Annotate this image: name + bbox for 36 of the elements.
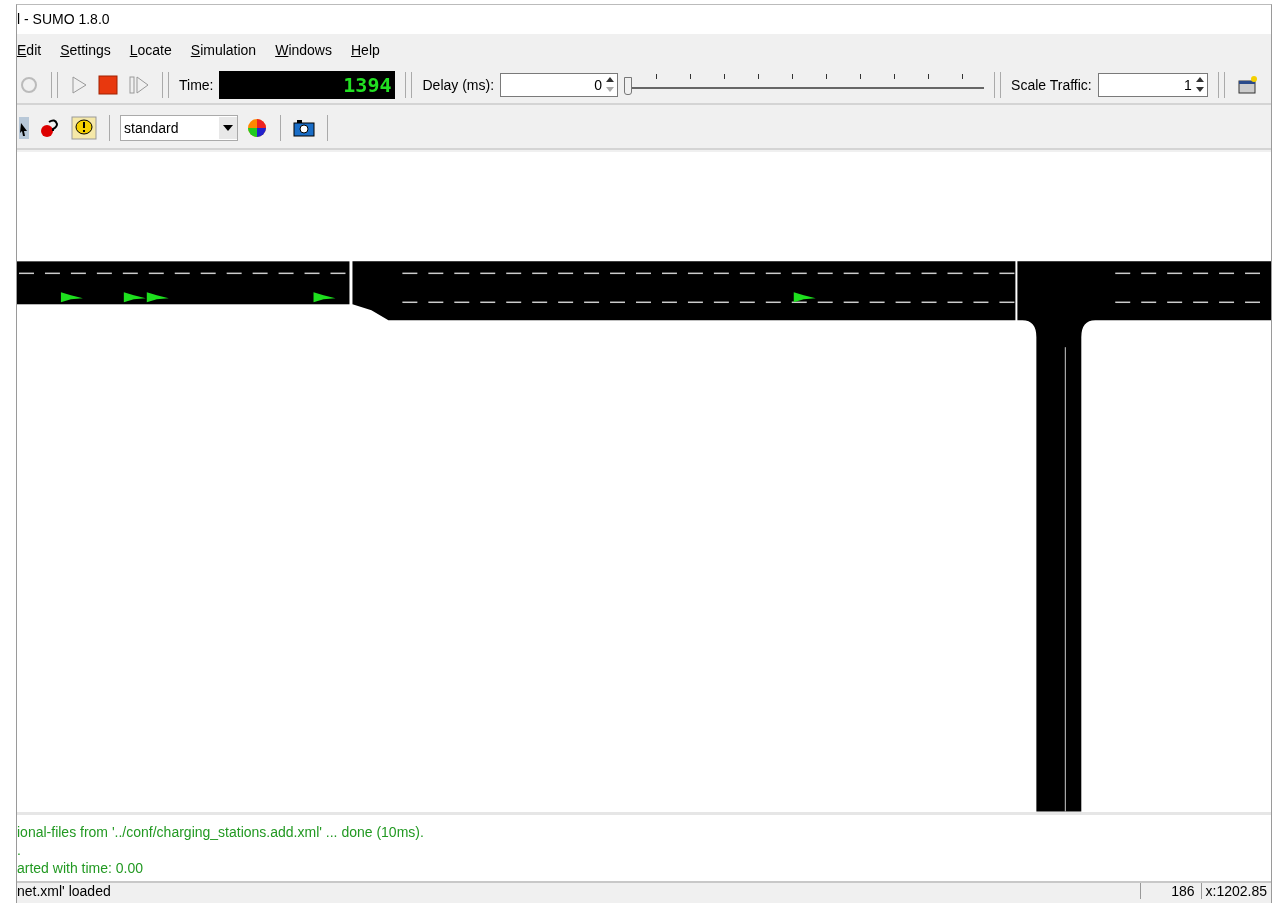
delay-label: Delay (ms): xyxy=(422,76,495,93)
log-message: arted with time: 0.00 xyxy=(17,859,145,878)
simulation-canvas[interactable] xyxy=(17,152,1271,816)
vehicle-icon xyxy=(60,292,83,303)
slider-thumb[interactable] xyxy=(624,76,633,95)
scale-traffic-label: Scale Traffic: xyxy=(1011,76,1092,93)
toolbar-grip[interactable] xyxy=(51,71,58,98)
time-display: 1394 xyxy=(219,70,396,99)
menu-item[interactable]: Edit xyxy=(17,42,42,59)
warning-icon[interactable] xyxy=(69,114,99,143)
log-message: . xyxy=(17,841,22,860)
menu-item[interactable]: Windows xyxy=(275,42,332,59)
vehicle-icon xyxy=(146,292,169,303)
status-coordinates: x:1202.85 xyxy=(1200,883,1271,900)
window-title: l - SUMO 1.8.0 xyxy=(17,11,110,28)
menu-item[interactable]: Help xyxy=(350,42,380,59)
delay-spinbox[interactable]: 0 xyxy=(500,72,619,97)
toolbar-grip[interactable] xyxy=(405,71,413,98)
stop-icon[interactable] xyxy=(96,72,120,97)
log-message: ional-files from '../conf/charging_stations.add.xml' ... done (10ms). xyxy=(17,823,425,842)
scale-traffic-spinbox[interactable]: 1 xyxy=(1097,72,1208,97)
status-message: net.xml' loaded xyxy=(17,883,111,900)
menu-item[interactable]: Locate xyxy=(129,42,172,59)
status-count: 186 xyxy=(1140,883,1199,900)
menu-item[interactable]: Simulation xyxy=(190,42,257,59)
toolbar-grip[interactable] xyxy=(1217,71,1225,98)
cursor-icon[interactable] xyxy=(17,115,31,142)
scheme-dropdown[interactable]: standard xyxy=(120,115,238,142)
time-label: Time: xyxy=(179,76,214,93)
caret-icon[interactable] xyxy=(219,117,237,140)
vehicle-icon xyxy=(123,292,146,303)
toolbar-grip[interactable] xyxy=(994,71,1002,98)
toolbar-grip[interactable] xyxy=(162,71,169,98)
menu-item[interactable]: Settings xyxy=(60,42,111,59)
vehicle-icon xyxy=(793,292,816,303)
vehicle-icon xyxy=(313,292,336,303)
